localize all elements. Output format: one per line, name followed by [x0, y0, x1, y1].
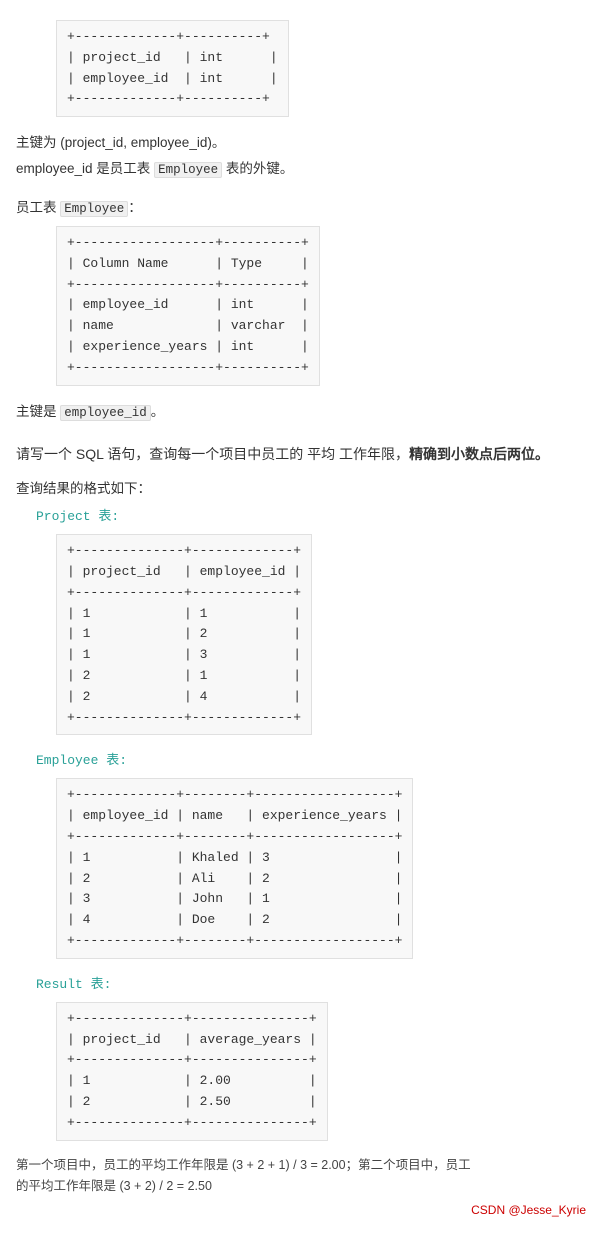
result-table-code: +--------------+---------------+ | proje… [56, 1002, 328, 1141]
explanation-line2: 的平均工作年限是 (3 + 2) / 2 = 2.50 [16, 1176, 586, 1197]
employee-table-code: +------------------+----------+ | Column… [56, 226, 320, 386]
project-table-code: +--------------+-------------+ | project… [56, 534, 312, 735]
employee-sample-table: +-------------+--------+----------------… [36, 772, 586, 964]
csdn-credit: CSDN @Jesse_Kyrie [16, 1203, 586, 1217]
result-table-label: Result 表: [36, 973, 586, 992]
question-block: 请写一个 SQL 语句，查询每一个项目中员工的 平均 工作年限，精确到小数点后两… [16, 442, 586, 467]
result-table: +--------------+---------------+ | proje… [36, 996, 586, 1147]
explanation-line1: 第一个项目中，员工的平均工作年限是 (3 + 2 + 1) / 3 = 2.00… [16, 1155, 586, 1176]
top-table: +-------------+----------+ | project_id … [36, 14, 586, 123]
employee-schema-table: +------------------+----------+ | Column… [36, 220, 586, 392]
explanation: 第一个项目中，员工的平均工作年限是 (3 + 2 + 1) / 3 = 2.00… [16, 1155, 586, 1198]
question-line1: 请写一个 SQL 语句，查询每一个项目中员工的 平均 工作年限，精确到小数点后两… [16, 442, 586, 467]
top-table-code: +-------------+----------+ | project_id … [56, 20, 289, 117]
query-format-label: 查询结果的格式如下： [16, 477, 586, 497]
primary-key-note: 主键为 (project_id, employee_id)。 [16, 131, 586, 155]
employee-sample-code: +-------------+--------+----------------… [56, 778, 413, 958]
employee-sample-label: Employee 表: [36, 749, 586, 768]
foreign-key-code: Employee [154, 162, 222, 178]
project-table-label: Project 表: [36, 505, 586, 524]
employee-table-label: 员工表 Employee： [16, 196, 586, 216]
employee-pk-code: employee_id [60, 405, 151, 421]
foreign-key-note: employee_id 是员工表 Employee 表的外键。 [16, 157, 586, 182]
employee-pk-note: 主键是 employee_id。 [16, 400, 586, 425]
project-sample-table: +--------------+-------------+ | project… [36, 528, 586, 741]
